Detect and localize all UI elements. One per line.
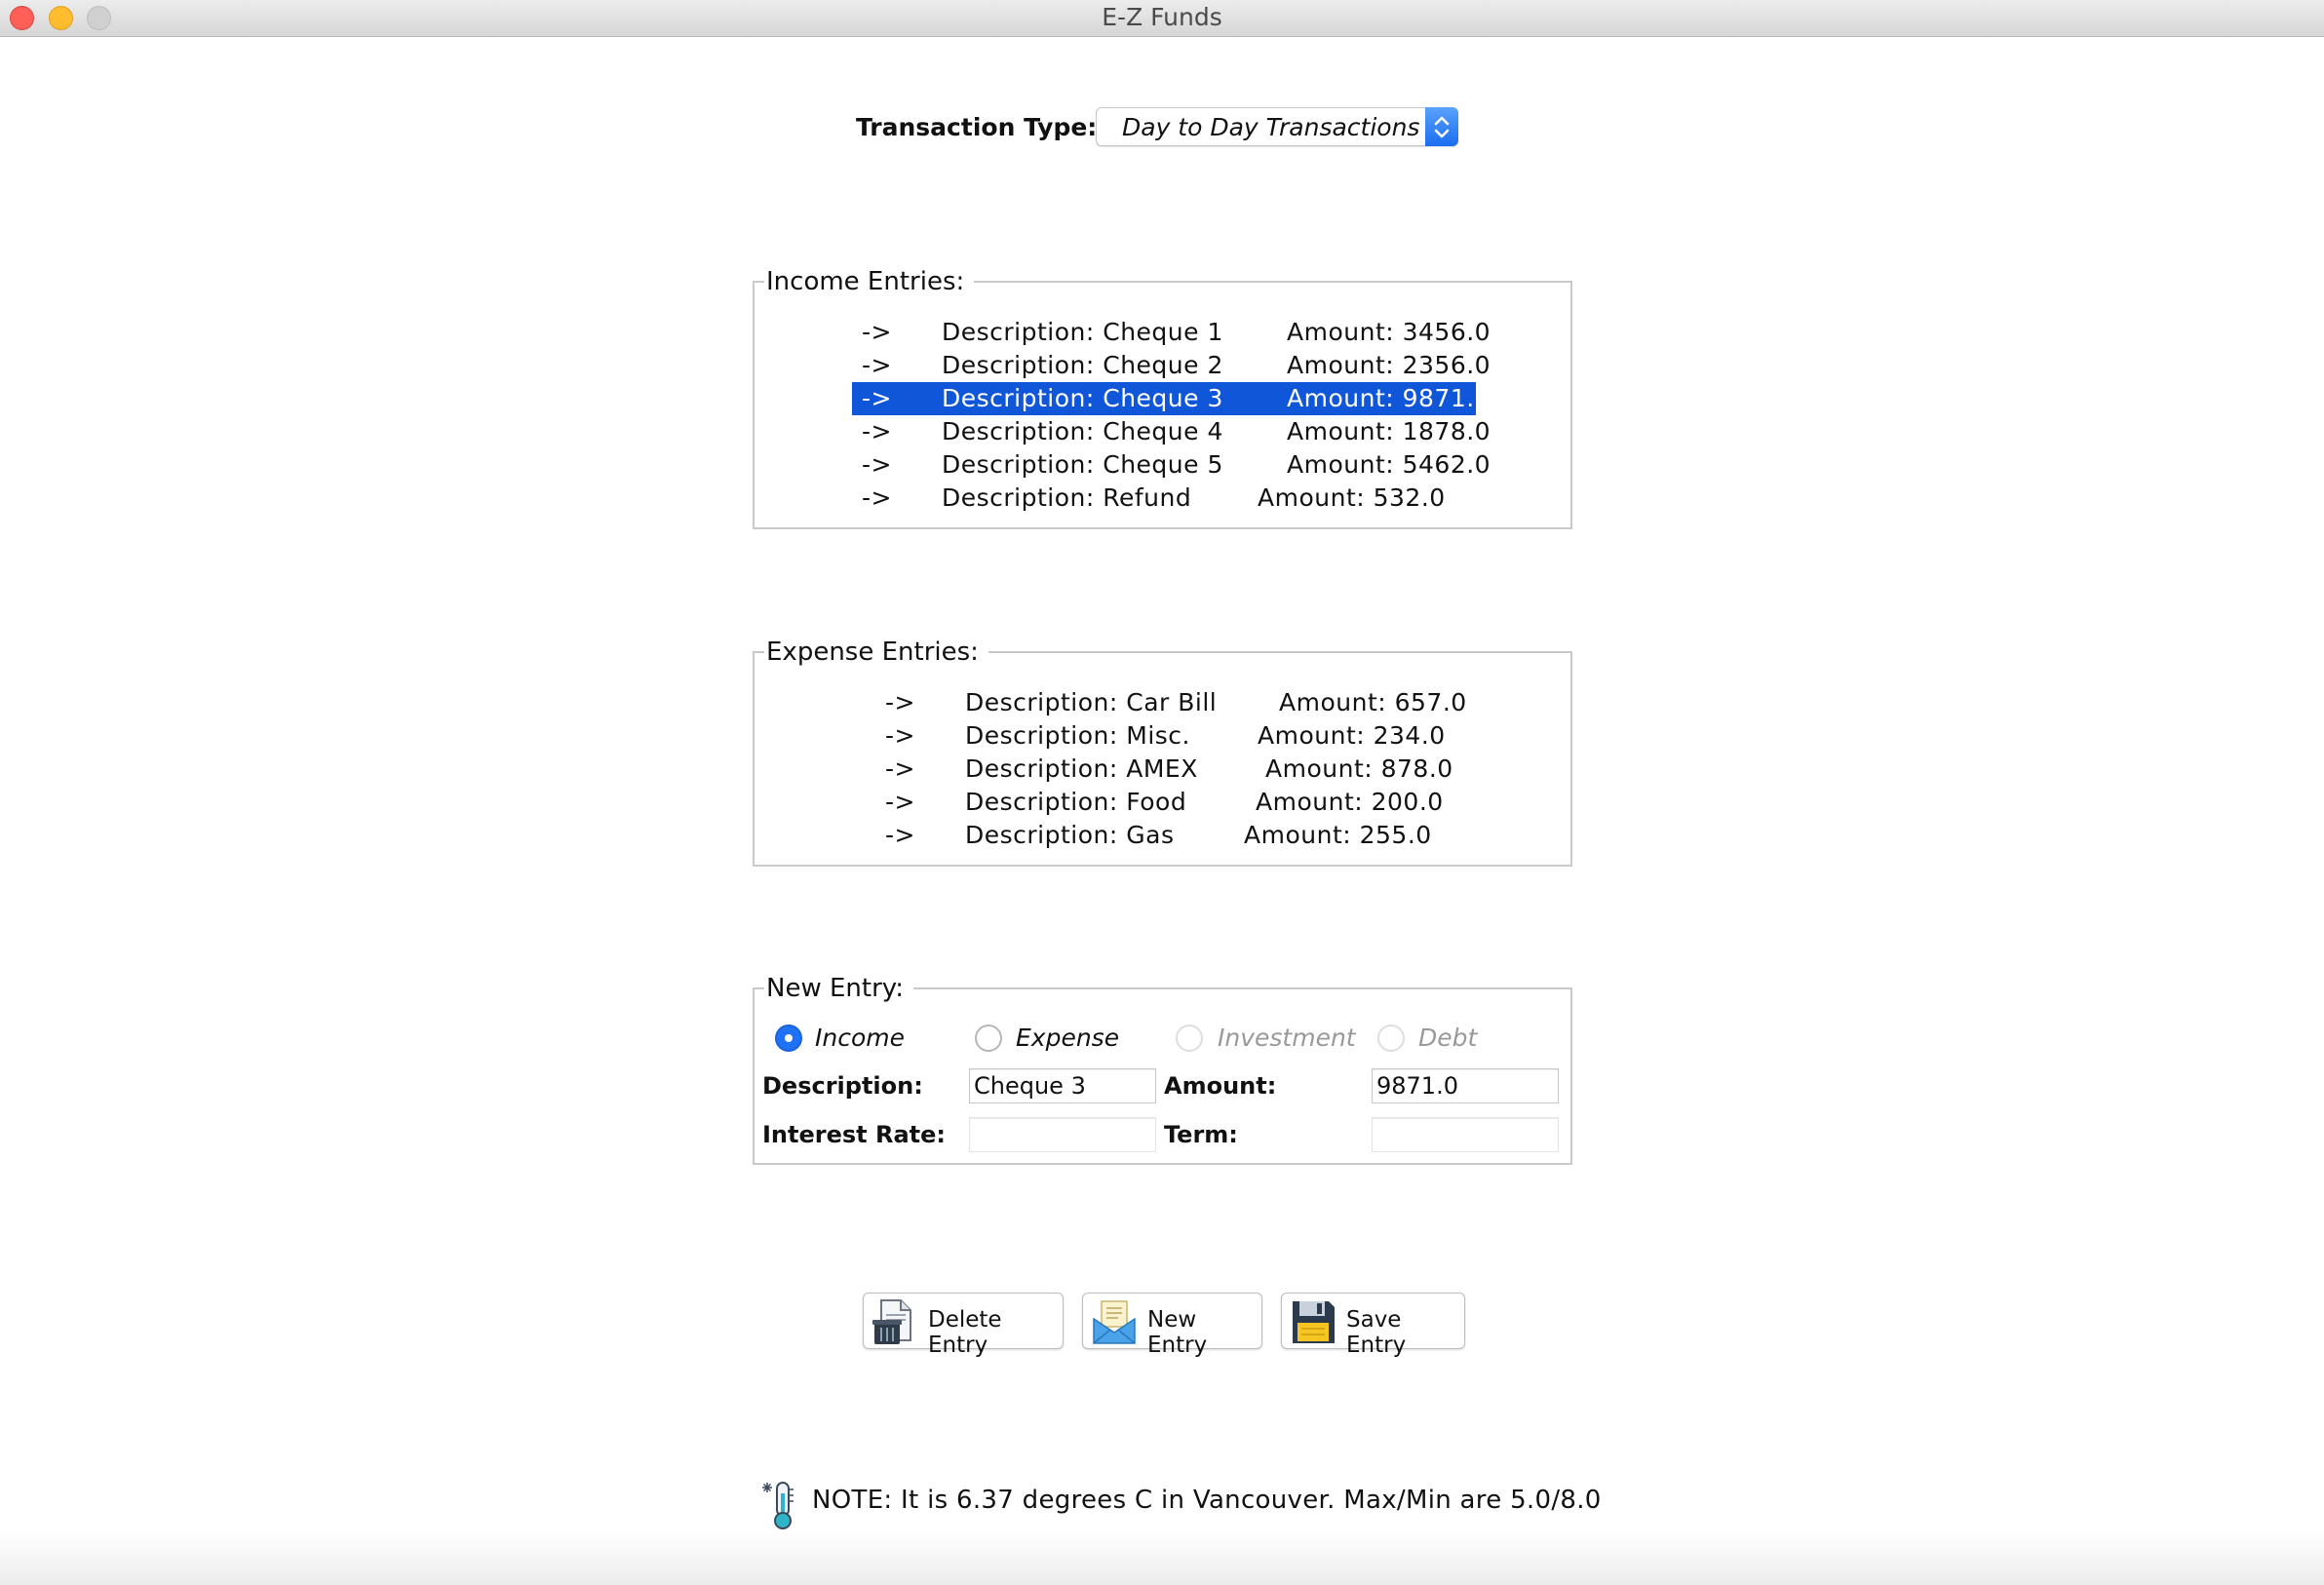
document-trash-icon	[872, 1297, 918, 1346]
entry-description: Description: Misc.	[965, 721, 1190, 750]
interest-rate-field	[969, 1117, 1156, 1152]
income-entry-row[interactable]: -> Description: Cheque 1 Amount: 3456.0	[852, 316, 1491, 349]
expense-entry-row[interactable]: -> Description: AMEX Amount: 878.0	[875, 753, 1460, 786]
term-field	[1372, 1117, 1559, 1152]
income-entry-row[interactable]: -> Description: Refund Amount: 532.0	[852, 482, 1476, 515]
description-field[interactable]: Cheque 3	[969, 1068, 1156, 1103]
entry-description: Description: Refund	[942, 483, 1192, 512]
entry-arrow: ->	[885, 721, 915, 750]
thermometer-snowflake-icon	[760, 1480, 799, 1530]
expense-entries-title: Expense Entries:	[766, 638, 979, 667]
income-entry-row[interactable]: -> Description: Cheque 2 Amount: 2356.0	[852, 349, 1491, 382]
entry-description: Description: Cheque 5	[942, 450, 1223, 479]
entry-description: Description: Cheque 2	[942, 351, 1223, 379]
entry-amount: Amount: 255.0	[1244, 821, 1432, 849]
expense-entry-row[interactable]: -> Description: Misc. Amount: 234.0	[875, 719, 1460, 753]
entry-amount: Amount: 234.0	[1258, 721, 1446, 750]
weather-note: NOTE: It is 6.37 degrees C in Vancouver.…	[812, 1486, 1602, 1515]
entry-arrow: ->	[862, 351, 892, 379]
income-entries-title: Income Entries:	[766, 267, 965, 296]
entry-description: Description: AMEX	[965, 754, 1198, 783]
entry-arrow: ->	[862, 417, 892, 445]
save-entry-button[interactable]: Save Entry	[1281, 1293, 1465, 1358]
debt-radio	[1377, 1024, 1405, 1052]
entry-arrow: ->	[862, 450, 892, 479]
description-label: Description:	[762, 1072, 923, 1100]
expense-radio[interactable]	[975, 1024, 1002, 1052]
save-entry-label: Save Entry	[1346, 1307, 1407, 1358]
investment-radio-label: Investment	[1218, 1024, 1356, 1052]
entry-arrow: ->	[862, 384, 892, 412]
entry-arrow: ->	[862, 483, 892, 512]
transaction-type-label: Transaction Type:	[856, 113, 1098, 141]
income-entry-row[interactable]: -> Description: Cheque 4 Amount: 1878.0	[852, 415, 1491, 448]
entry-amount: Amount: 3456.0	[1287, 318, 1491, 346]
window-bottom-strip	[0, 1530, 2324, 1585]
investment-radio	[1176, 1024, 1203, 1052]
window-titlebar: E-Z Funds	[0, 0, 2324, 37]
entry-description: Description: Gas	[965, 821, 1175, 849]
entry-arrow: ->	[885, 821, 915, 849]
debt-radio-label: Debt	[1418, 1024, 1478, 1052]
new-entry-title: New Entry:	[766, 974, 905, 1003]
transaction-type-value: Day to Day Transactions	[1122, 113, 1420, 141]
entry-description: Description: Food	[965, 788, 1187, 816]
new-entry-button[interactable]: New Entry	[1082, 1293, 1262, 1358]
entry-arrow: ->	[885, 688, 915, 716]
income-entry-row[interactable]: -> Description: Cheque 3 Amount: 9871.0	[852, 382, 1491, 415]
entry-amount: Amount: 1878.0	[1287, 417, 1491, 445]
entry-description: Description: Cheque 4	[942, 417, 1223, 445]
delete-entry-label: Delete Entry	[928, 1307, 1002, 1358]
term-label: Term:	[1164, 1121, 1238, 1148]
expense-entry-row[interactable]: -> Description: Gas Amount: 255.0	[875, 819, 1460, 852]
entry-description: Description: Car Bill	[965, 688, 1218, 716]
expense-entry-row[interactable]: -> Description: Car Bill Amount: 657.0	[875, 686, 1466, 719]
entry-arrow: ->	[862, 318, 892, 346]
amount-label: Amount:	[1164, 1072, 1277, 1100]
delete-entry-button[interactable]: Delete Entry	[863, 1293, 1064, 1358]
entry-description: Description: Cheque 1	[942, 318, 1223, 346]
entry-amount: Amount: 200.0	[1256, 788, 1444, 816]
expense-entry-row[interactable]: -> Description: Food Amount: 200.0	[875, 786, 1460, 819]
transaction-type-select[interactable]: Day to Day Transactions	[1096, 107, 1458, 146]
chevron-updown-icon[interactable]	[1425, 107, 1458, 146]
interest-rate-label: Interest Rate:	[762, 1121, 947, 1148]
entry-description: Description: Cheque 3	[942, 384, 1223, 412]
income-entry-row[interactable]: -> Description: Cheque 5 Amount: 5462.0	[852, 448, 1491, 482]
amount-field[interactable]: 9871.0	[1372, 1068, 1559, 1103]
income-radio-label[interactable]: Income	[815, 1024, 905, 1052]
entry-amount: Amount: 657.0	[1279, 688, 1467, 716]
window-title: E-Z Funds	[1102, 3, 1222, 31]
entry-arrow: ->	[885, 788, 915, 816]
income-radio[interactable]	[775, 1024, 802, 1052]
entry-arrow: ->	[885, 754, 915, 783]
floppy-disk-icon	[1290, 1297, 1336, 1346]
entry-amount: Amount: 878.0	[1265, 754, 1453, 783]
entry-amount: Amount: 532.0	[1258, 483, 1446, 512]
entry-amount: Amount: 9871.0	[1287, 384, 1491, 412]
envelope-icon	[1091, 1297, 1138, 1346]
new-entry-label: New Entry	[1147, 1307, 1208, 1358]
expense-radio-label[interactable]: Expense	[1016, 1024, 1119, 1052]
entry-amount: Amount: 5462.0	[1287, 450, 1491, 479]
entry-amount: Amount: 2356.0	[1287, 351, 1491, 379]
